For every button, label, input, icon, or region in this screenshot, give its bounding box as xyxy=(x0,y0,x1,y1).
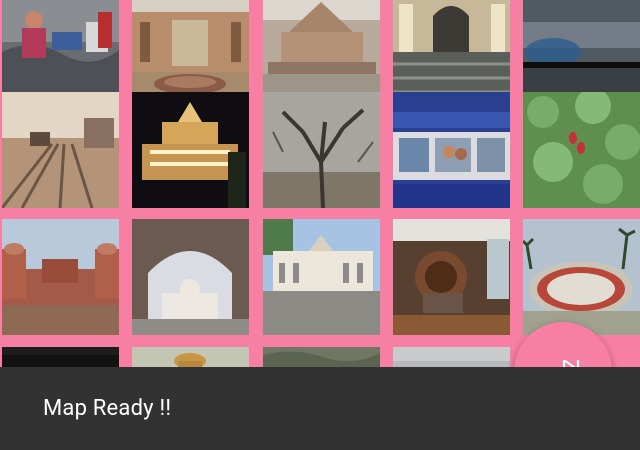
airport-chariot-wheel-thumbnail[interactable] xyxy=(393,219,510,335)
jantar-mantar-thumbnail[interactable] xyxy=(523,219,640,335)
sky-partial-thumbnail[interactable] xyxy=(393,347,510,368)
red-fort-photo xyxy=(2,219,119,335)
bare-tree-thumbnail[interactable] xyxy=(263,92,380,208)
trees-partial-thumbnail[interactable] xyxy=(263,347,380,368)
airport-chariot-wheel-photo xyxy=(393,219,510,335)
sky-partial-photo xyxy=(393,347,510,368)
arch-framed-palace-photo xyxy=(132,219,249,335)
train-window-passengers-photo xyxy=(393,92,510,208)
arch-framed-palace-thumbnail[interactable] xyxy=(132,219,249,335)
dome-partial-photo xyxy=(132,347,249,368)
snackbar-message: Map Ready !! xyxy=(43,396,172,421)
lotus-leaves-photo xyxy=(523,92,640,208)
colonial-building-thumbnail[interactable] xyxy=(263,219,380,335)
trees-partial-photo xyxy=(263,347,380,368)
railway-tracks-thumbnail[interactable] xyxy=(2,92,119,208)
snackbar: Map Ready !! xyxy=(0,367,640,450)
dark-partial-photo xyxy=(2,347,119,368)
railway-tracks-photo xyxy=(2,92,119,208)
dome-partial-thumbnail[interactable] xyxy=(132,347,249,368)
photo-grid xyxy=(0,0,640,368)
red-fort-thumbnail[interactable] xyxy=(2,219,119,335)
jantar-mantar-photo xyxy=(523,219,640,335)
bare-tree-photo xyxy=(263,92,380,208)
temple-night-lights-thumbnail[interactable] xyxy=(132,92,249,208)
colonial-building-photo xyxy=(263,219,380,335)
temple-night-lights-photo xyxy=(132,92,249,208)
train-window-passengers-thumbnail[interactable] xyxy=(393,92,510,208)
lotus-leaves-thumbnail[interactable] xyxy=(523,92,640,208)
dark-partial-thumbnail[interactable] xyxy=(2,347,119,368)
